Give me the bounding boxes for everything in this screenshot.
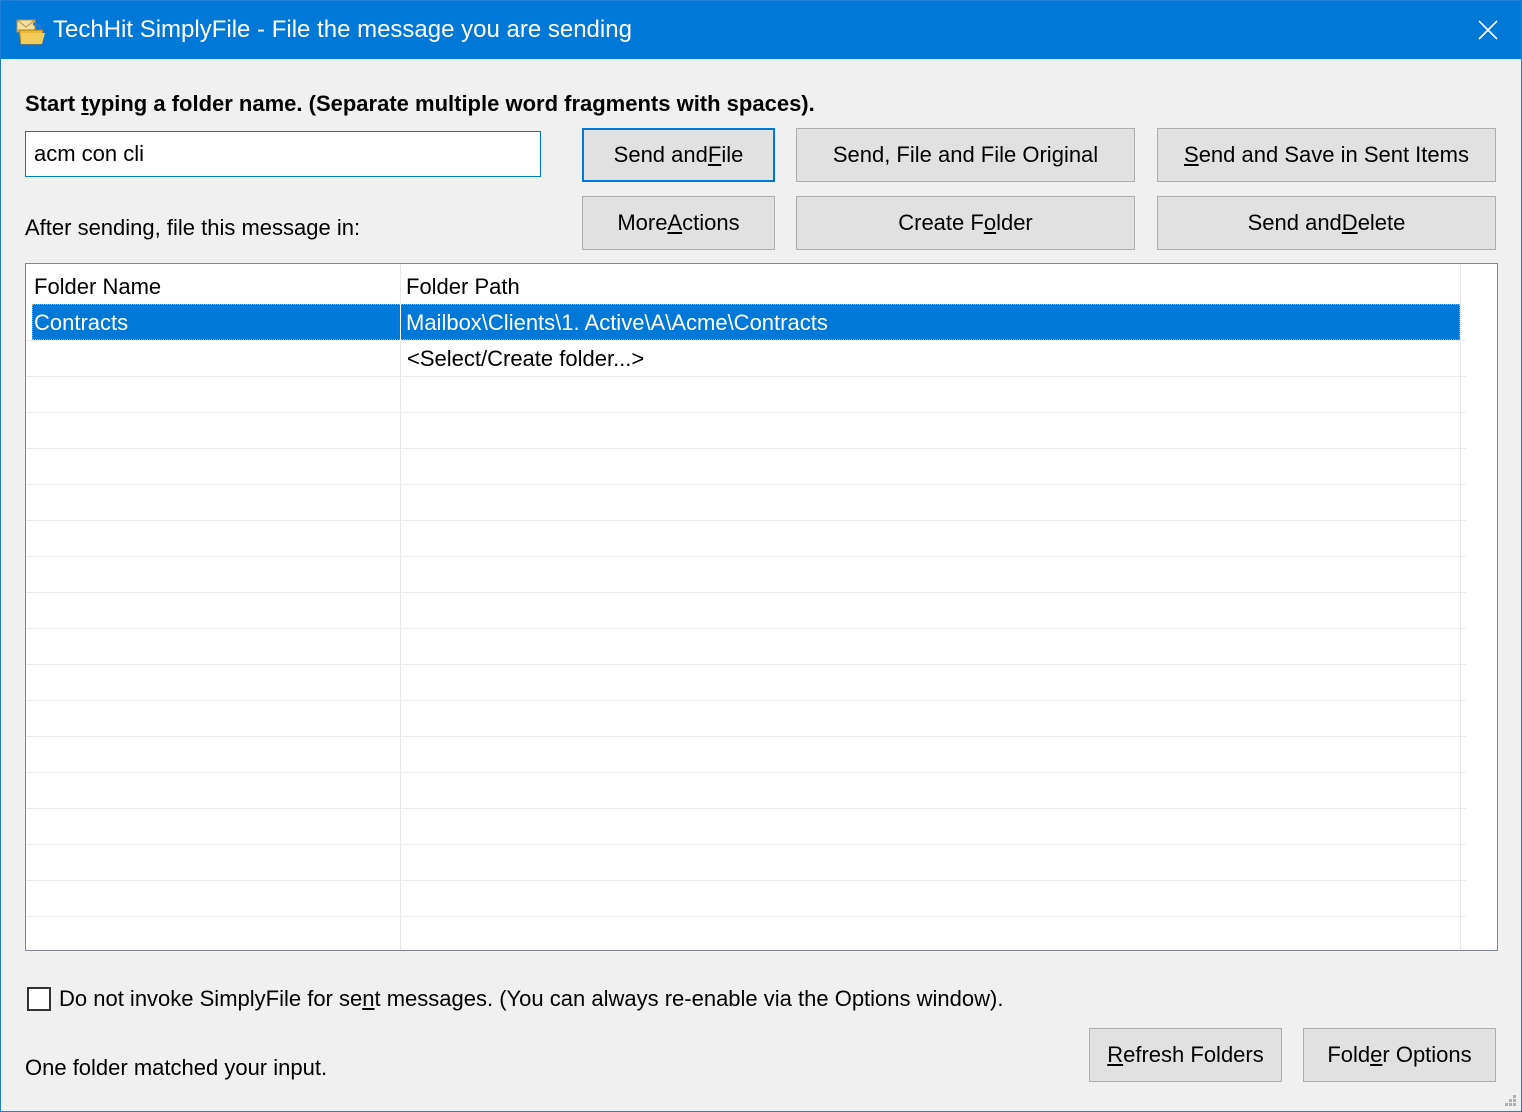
simplyfile-dialog: TechHit SimplyFile - File the message yo… <box>0 0 1522 1112</box>
selected-column-divider <box>400 304 401 340</box>
list-header: Folder Name Folder Path <box>26 264 1497 304</box>
status-text: One folder matched your input. <box>25 1055 328 1080</box>
folder-name-cell: Contracts <box>34 310 129 335</box>
row-gridline <box>26 880 1466 881</box>
folder-path-cell: Mailbox\Clients\1. Active\A\Acme\Contrac… <box>406 310 828 335</box>
resize-grip-icon[interactable] <box>1503 1093 1517 1107</box>
row-gridline <box>26 844 1466 845</box>
title-bar: TechHit SimplyFile - File the message yo… <box>1 1 1521 59</box>
row-gridline <box>26 556 1466 557</box>
more-actions-button[interactable]: More Actions <box>582 196 775 250</box>
column-divider-end <box>1460 264 1461 950</box>
row-gridline <box>26 448 1466 449</box>
close-icon <box>1478 20 1498 40</box>
close-button[interactable] <box>1455 1 1521 59</box>
folder-search-input[interactable] <box>25 131 541 177</box>
row-gridline <box>26 736 1466 737</box>
row-gridline <box>26 916 1466 917</box>
row-gridline <box>26 484 1466 485</box>
row-gridline <box>26 700 1466 701</box>
send-file-and-file-original-button[interactable]: Send, File and File Ori g inal <box>796 128 1135 182</box>
list-row[interactable]: Contracts Mailbox\Clients\1. Active\A\Ac… <box>32 304 1460 340</box>
column-header-folder-path[interactable]: Folder Path <box>406 274 520 300</box>
envelope-folder-icon <box>16 19 45 45</box>
row-gridline <box>26 808 1466 809</box>
row-gridline <box>26 628 1466 629</box>
create-folder-button[interactable]: Create Fo lder <box>796 196 1135 250</box>
after-sending-label: After sending, file this message in: <box>25 215 361 240</box>
select-create-folder-cell: <Select/Create folder...> <box>407 346 645 371</box>
send-and-save-in-sent-items-button[interactable]: Send and Save in Sent Items <box>1157 128 1496 182</box>
folder-list[interactable]: Folder Name Folder Path Contracts Mailbo… <box>25 263 1498 951</box>
do-not-invoke-checkbox[interactable] <box>27 987 51 1011</box>
column-header-folder-name[interactable]: Folder Name <box>34 274 161 300</box>
row-gridline <box>26 520 1466 521</box>
row-gridline <box>26 664 1466 665</box>
list-row[interactable]: <Select/Create folder...> <box>32 340 1460 376</box>
folder-options-button[interactable]: Fold e r Options <box>1303 1028 1496 1082</box>
do-not-invoke-label[interactable]: Do not invoke SimplyFile for sent messag… <box>59 986 1003 1012</box>
row-gridline <box>26 376 1466 377</box>
row-gridline <box>26 412 1466 413</box>
row-gridline <box>26 772 1466 773</box>
row-gridline <box>26 592 1466 593</box>
search-instruction: Start typing a folder name. (Separate mu… <box>25 91 815 116</box>
send-and-file-button[interactable]: Send and File <box>582 128 775 182</box>
window-title: TechHit SimplyFile - File the message yo… <box>53 16 632 43</box>
send-and-delete-button[interactable]: Send and Delete <box>1157 196 1496 250</box>
refresh-folders-button[interactable]: Refresh Folders <box>1089 1028 1282 1082</box>
